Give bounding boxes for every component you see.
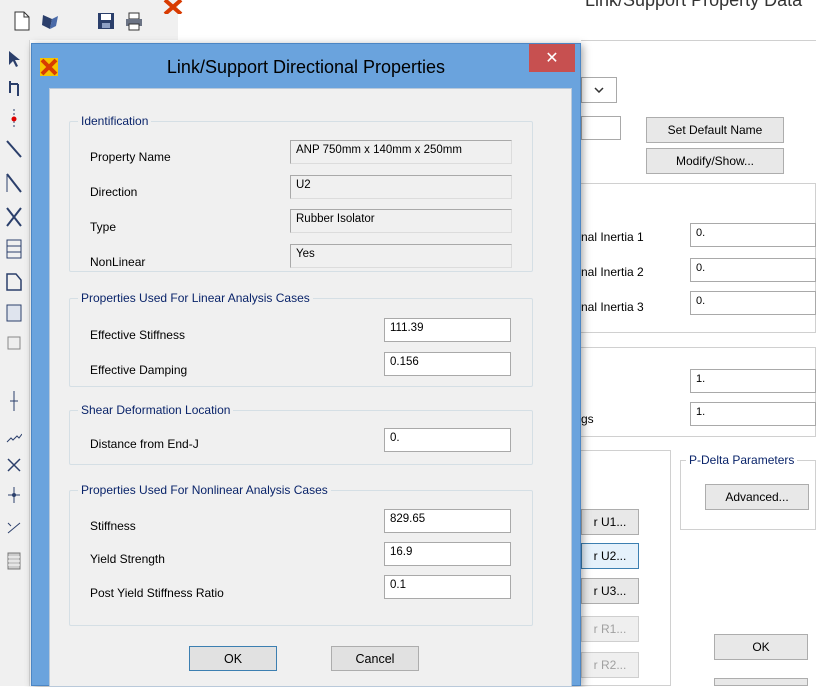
stiffness-input[interactable]: 829.65 [384, 509, 511, 533]
pointer-icon[interactable] [4, 48, 24, 70]
background-name-input[interactable] [581, 116, 621, 140]
effective-damping-label: Effective Damping [90, 363, 188, 377]
effective-stiffness-label: Effective Stiffness [90, 328, 185, 342]
modify-u2-button[interactable]: r U2... [581, 543, 639, 569]
background-window-title: Link/Support Property Data [585, 0, 803, 10]
save-icon[interactable] [96, 10, 116, 32]
new-file-icon[interactable] [12, 10, 32, 32]
inertia-1-input[interactable]: 0. [690, 223, 816, 247]
directional-properties-dialog: Link/Support Directional Properties ✕ Id… [31, 43, 581, 687]
direction-field: U2 [290, 175, 512, 199]
post-yield-stiffness-ratio-label: Post Yield Stiffness Ratio [90, 586, 224, 600]
draw-mesh-icon[interactable] [4, 550, 24, 572]
stiffness-label: Stiffness [90, 519, 136, 533]
draw-tendon-icon[interactable] [4, 516, 24, 538]
modify-r1-button[interactable]: r R1... [581, 616, 639, 642]
modify-u1-button[interactable]: r U1... [581, 509, 639, 535]
open-folder-icon[interactable] [40, 10, 60, 32]
type-label: Type [90, 220, 117, 234]
shear-deformation-legend: Shear Deformation Location [78, 403, 234, 417]
linear-properties-legend: Properties Used For Linear Analysis Case… [78, 291, 313, 305]
factor-2-label: gs [581, 412, 594, 426]
draw-rectangle-icon[interactable] [4, 302, 24, 324]
draw-quad-icon[interactable] [4, 332, 24, 354]
inertia-2-label: nal Inertia 2 [581, 265, 644, 279]
draw-x-icon[interactable] [4, 454, 24, 476]
background-ok-button[interactable]: OK [714, 634, 808, 660]
reshape-icon[interactable] [4, 78, 24, 100]
distance-from-end-j-label: Distance from End-J [90, 437, 199, 451]
draw-grid-icon[interactable] [4, 238, 24, 260]
draw-brace-icon[interactable] [4, 172, 24, 194]
inertia-3-label: nal Inertia 3 [581, 300, 644, 314]
draw-toolbar [0, 40, 30, 686]
factor-1-input[interactable]: 1. [690, 369, 816, 393]
identification-legend: Identification [78, 114, 152, 128]
draw-cross-brace-icon[interactable] [4, 206, 24, 228]
modify-r2-button[interactable]: r R2... [581, 652, 639, 678]
draw-area-icon[interactable] [4, 270, 24, 292]
yield-strength-input[interactable]: 16.9 [384, 542, 511, 566]
cancel-button[interactable]: Cancel [331, 646, 419, 671]
draw-link-icon[interactable] [4, 390, 24, 412]
modify-show-button[interactable]: Modify/Show... [646, 148, 784, 174]
inertia-2-input[interactable]: 0. [690, 258, 816, 282]
inertia-1-label: nal Inertia 1 [581, 230, 644, 244]
yield-strength-label: Yield Strength [90, 552, 165, 566]
nonlinear-properties-legend: Properties Used For Nonlinear Analysis C… [78, 483, 331, 497]
draw-frame-icon[interactable] [4, 138, 24, 160]
set-default-name-button[interactable]: Set Default Name [646, 117, 784, 143]
pdelta-legend: P-Delta Parameters [686, 453, 798, 467]
advanced-button[interactable]: Advanced... [705, 484, 809, 510]
post-yield-stiffness-ratio-input[interactable]: 0.1 [384, 575, 511, 599]
nonlinear-field: Yes [290, 244, 512, 268]
close-icon: ✕ [545, 50, 559, 67]
property-name-field: ANP 750mm x 140mm x 250mm [290, 140, 512, 164]
background-dropdown[interactable] [581, 77, 617, 103]
print-icon[interactable] [124, 10, 144, 32]
effective-stiffness-input[interactable]: 111.39 [384, 318, 511, 342]
type-field: Rubber Isolator [290, 209, 512, 233]
draw-support-icon[interactable] [4, 484, 24, 506]
ok-button[interactable]: OK [189, 646, 277, 671]
draw-point-icon[interactable] [4, 108, 24, 130]
nonlinear-label: NonLinear [90, 255, 146, 269]
factor-2-input[interactable]: 1. [690, 402, 816, 426]
background-divider [581, 40, 816, 41]
app-logo-icon [160, 0, 186, 16]
dialog-title: Link/Support Directional Properties [166, 57, 446, 77]
modify-u3-button[interactable]: r U3... [581, 578, 639, 604]
distance-from-end-j-input[interactable]: 0. [384, 428, 511, 452]
effective-damping-input[interactable]: 0.156 [384, 352, 511, 376]
property-name-label: Property Name [90, 150, 171, 164]
draw-spring-icon[interactable] [4, 422, 24, 444]
inertia-3-input[interactable]: 0. [690, 291, 816, 315]
close-button[interactable]: ✕ [529, 44, 575, 72]
background-cancel-button[interactable] [714, 678, 808, 686]
dialog-client-area: Identification Property Name ANP 750mm x… [49, 88, 572, 687]
direction-label: Direction [90, 185, 138, 199]
chevron-down-icon [594, 87, 604, 93]
dialog-title-bar[interactable]: Link/Support Directional Properties ✕ [32, 44, 580, 88]
main-toolbar [0, 0, 183, 40]
